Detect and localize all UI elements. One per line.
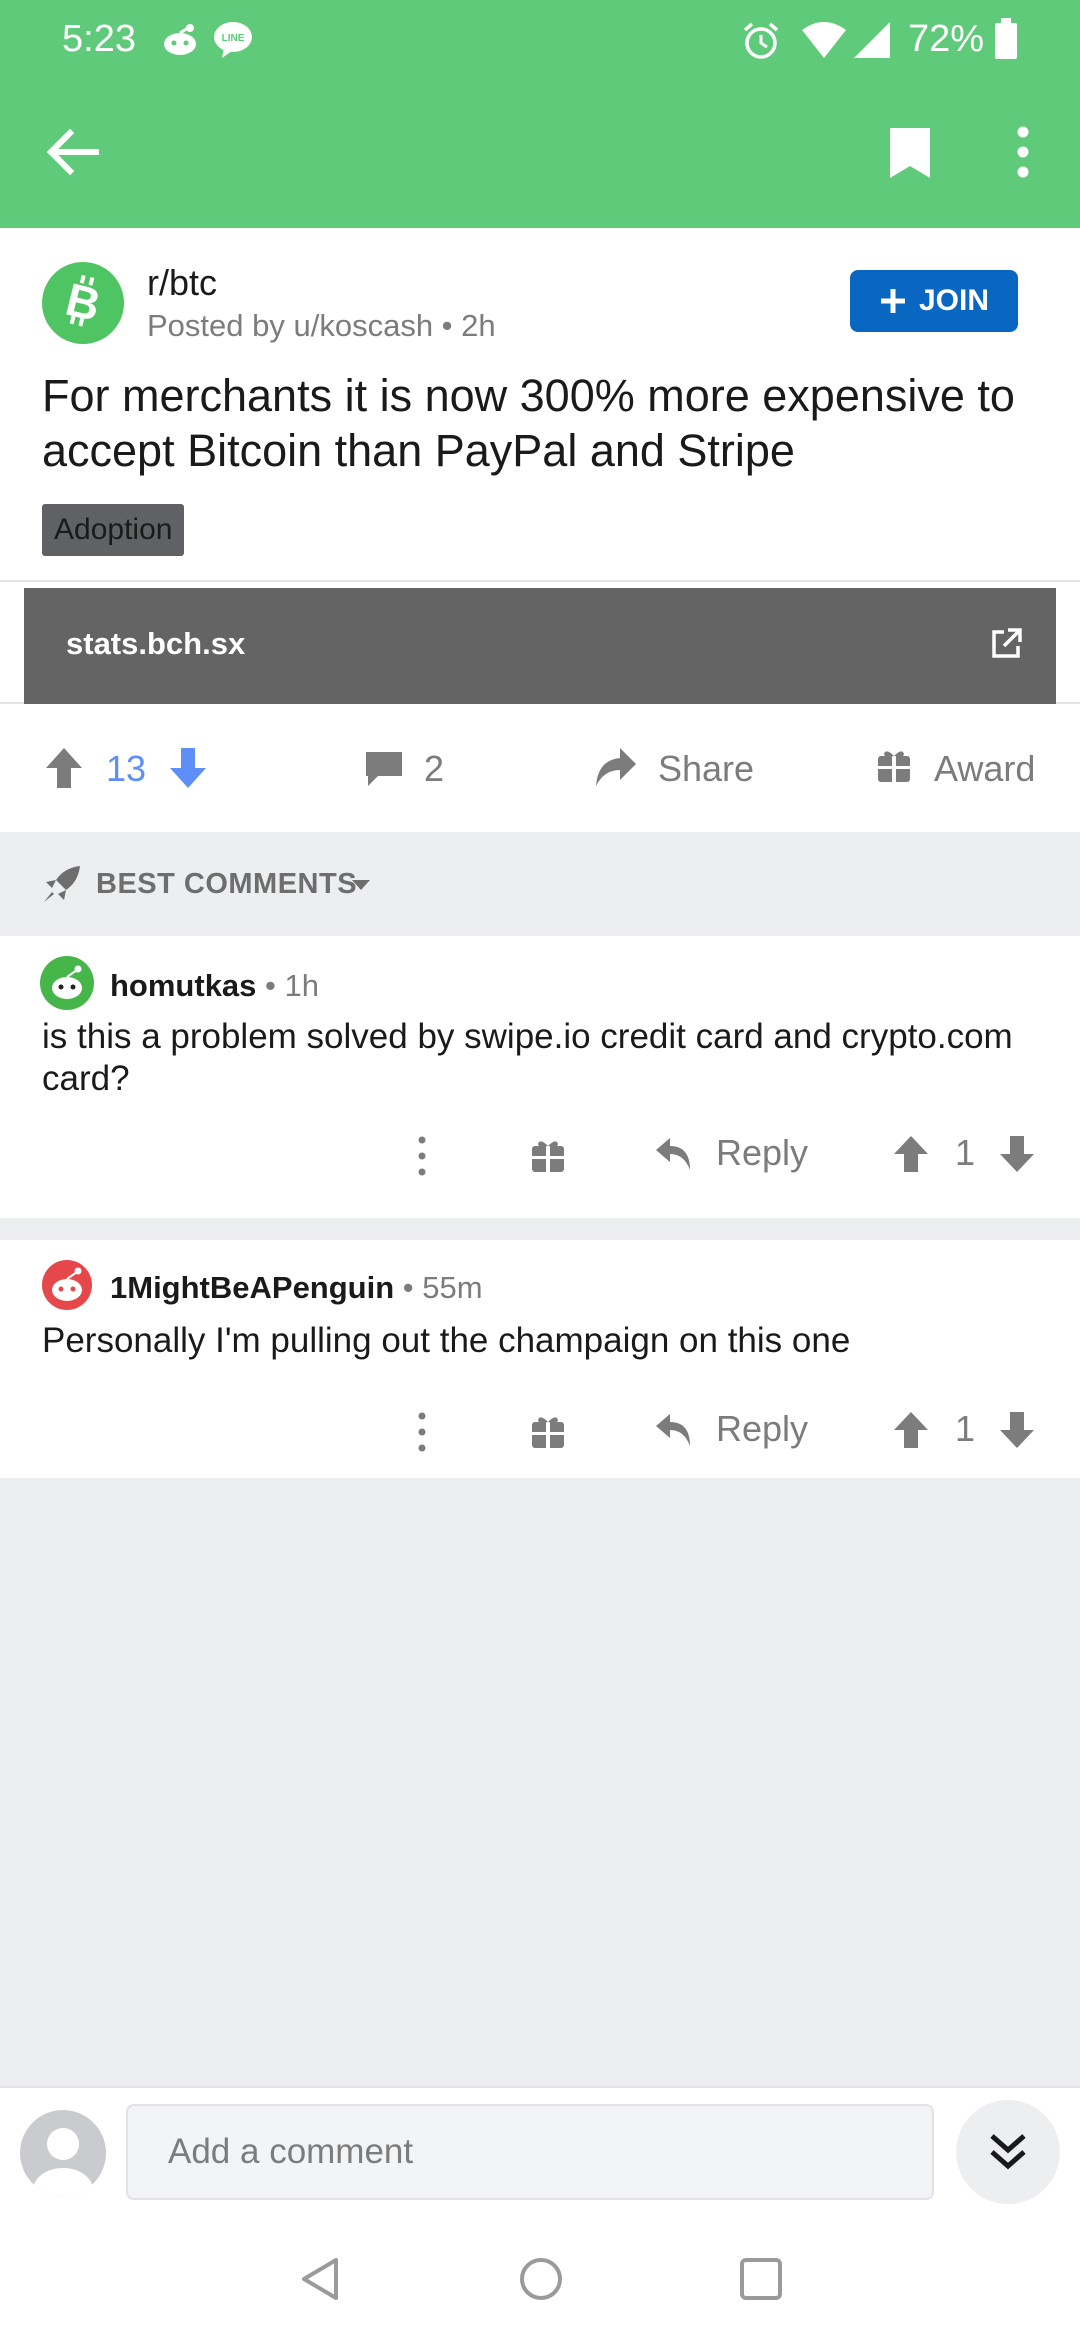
comment-author-name[interactable]: homutkas bbox=[110, 968, 256, 1003]
subreddit-name[interactable]: r/btc bbox=[147, 262, 217, 304]
app-bar: 5:23 LINE 72% bbox=[0, 0, 1080, 228]
save-post-button[interactable] bbox=[880, 122, 940, 182]
add-comment-input[interactable] bbox=[126, 2104, 934, 2200]
subreddit-avatar[interactable]: B bbox=[42, 262, 124, 344]
nav-recents-icon[interactable] bbox=[738, 2256, 784, 2302]
external-link-icon bbox=[992, 628, 1022, 658]
join-button[interactable]: JOIN bbox=[850, 270, 1018, 332]
post-actions: 13 2 Share Award bbox=[0, 704, 1080, 832]
back-arrow-icon bbox=[46, 128, 99, 176]
battery-percentage: 72% bbox=[908, 18, 985, 60]
comment-body: Personally I'm pulling out the champaign… bbox=[42, 1321, 851, 1360]
comment-actions: Reply 1 bbox=[0, 1128, 1080, 1188]
rocket-icon bbox=[44, 866, 80, 902]
bitcoin-icon: B bbox=[61, 273, 106, 331]
more-vertical-icon[interactable] bbox=[412, 1134, 432, 1178]
upvote-icon[interactable] bbox=[44, 746, 84, 790]
link-preview[interactable]: stats.bch.sx bbox=[0, 580, 1080, 704]
more-vertical-icon[interactable] bbox=[412, 1410, 432, 1454]
comment-author-name[interactable]: 1MightBeAPenguin bbox=[110, 1270, 394, 1305]
reply-icon[interactable] bbox=[654, 1136, 694, 1172]
join-label: JOIN bbox=[918, 284, 990, 317]
comment-time: • 55m bbox=[394, 1270, 483, 1305]
share-icon[interactable] bbox=[594, 746, 638, 788]
more-options-button[interactable] bbox=[1006, 122, 1040, 182]
reply-button[interactable]: Reply bbox=[716, 1132, 808, 1174]
upvote-icon[interactable] bbox=[892, 1134, 930, 1174]
snoo-avatar-icon bbox=[42, 1260, 92, 1310]
post-title[interactable]: For merchants it is now 300% more expens… bbox=[42, 368, 1042, 478]
comment-icon[interactable] bbox=[364, 748, 404, 788]
comment-actions: Reply 1 bbox=[0, 1404, 1080, 1464]
comment-author[interactable]: homutkas • 1h bbox=[110, 968, 319, 1004]
downvote-icon[interactable] bbox=[998, 1134, 1036, 1174]
post-flair[interactable]: Adoption bbox=[42, 504, 185, 556]
comment[interactable]: homutkas • 1h is this a problem solved b… bbox=[0, 936, 1080, 1218]
award-icon[interactable] bbox=[530, 1138, 566, 1174]
comment-score: 1 bbox=[955, 1408, 976, 1449]
more-vertical-icon bbox=[1017, 126, 1029, 178]
svg-text:LINE: LINE bbox=[222, 33, 245, 44]
signal-icon bbox=[852, 20, 892, 65]
double-chevron-down-icon bbox=[990, 2134, 1026, 2170]
status-time: 5:23 bbox=[62, 18, 136, 60]
posted-by[interactable]: Posted by u/koscash • 2h bbox=[147, 308, 496, 344]
link-bar[interactable]: stats.bch.sx bbox=[24, 588, 1056, 704]
post-card: B r/btc Posted by u/koscash • 2h JOIN Fo… bbox=[0, 228, 1080, 832]
reply-button[interactable]: Reply bbox=[716, 1408, 808, 1450]
comment-sort-bar[interactable]: BEST COMMENTS bbox=[0, 832, 1080, 936]
chevron-down-icon bbox=[352, 880, 370, 890]
nav-home-icon[interactable] bbox=[516, 2254, 566, 2304]
comment-time: • 1h bbox=[256, 968, 319, 1003]
award-icon[interactable] bbox=[530, 1414, 566, 1450]
system-nav-bar bbox=[0, 2218, 1080, 2340]
line-notification-icon: LINE bbox=[212, 20, 254, 65]
comment-author[interactable]: 1MightBeAPenguin • 55m bbox=[110, 1270, 483, 1306]
user-avatar[interactable] bbox=[20, 2110, 106, 2196]
reply-icon[interactable] bbox=[654, 1412, 694, 1448]
wifi-icon bbox=[800, 20, 848, 65]
sort-label[interactable]: BEST COMMENTS bbox=[96, 868, 357, 901]
award-button[interactable]: Award bbox=[934, 748, 1035, 790]
comment-score: 1 bbox=[955, 1132, 976, 1173]
downvote-icon[interactable] bbox=[168, 746, 208, 790]
downvote-icon[interactable] bbox=[998, 1410, 1036, 1450]
next-comment-button[interactable] bbox=[956, 2100, 1060, 2204]
comment-body: is this a problem solved by swipe.io cre… bbox=[42, 1017, 1013, 1098]
bookmark-icon bbox=[890, 128, 930, 178]
back-button[interactable] bbox=[40, 118, 108, 186]
battery-icon bbox=[994, 18, 1018, 65]
post-score: 13 bbox=[106, 748, 147, 789]
avatar[interactable] bbox=[40, 1258, 94, 1312]
alarm-icon bbox=[740, 20, 782, 67]
award-icon[interactable] bbox=[876, 748, 912, 784]
comment-count[interactable]: 2 bbox=[424, 748, 444, 790]
upvote-icon[interactable] bbox=[892, 1410, 930, 1450]
link-domain: stats.bch.sx bbox=[66, 626, 246, 661]
status-bar: 5:23 LINE 72% bbox=[0, 0, 1080, 80]
user-icon bbox=[33, 2128, 93, 2196]
share-button[interactable]: Share bbox=[658, 748, 754, 790]
comment[interactable]: 1MightBeAPenguin • 55m Personally I'm pu… bbox=[0, 1240, 1080, 1478]
nav-back-icon[interactable] bbox=[296, 2254, 346, 2304]
reddit-notification-icon bbox=[160, 20, 200, 65]
snoo-avatar-icon bbox=[42, 958, 92, 1008]
comment-composer bbox=[0, 2086, 1080, 2218]
avatar[interactable] bbox=[40, 956, 94, 1010]
plus-icon bbox=[880, 289, 905, 313]
